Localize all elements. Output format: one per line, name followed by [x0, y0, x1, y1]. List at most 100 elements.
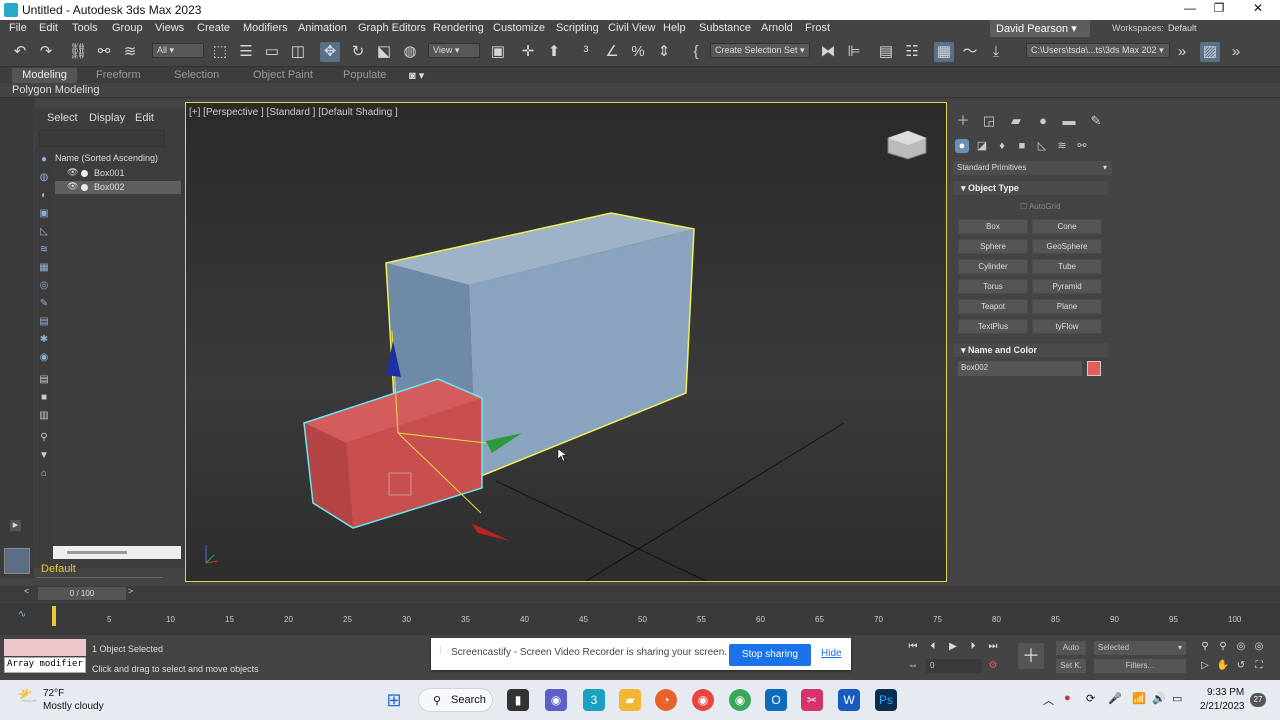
teams-chat-icon[interactable]: ◉ — [545, 689, 567, 711]
hide-link[interactable]: Hide — [821, 648, 842, 659]
key-filters-button[interactable]: Filters... — [1094, 659, 1186, 673]
angle-snap-icon[interactable]: ∠ — [602, 42, 622, 62]
scene-tab-display[interactable]: Display — [89, 112, 125, 124]
3dsmax-taskbar-icon[interactable]: 3 — [583, 689, 605, 711]
menu-animation[interactable]: Animation — [298, 22, 347, 34]
select-by-name-icon[interactable]: ☰ — [236, 42, 256, 62]
auto-key-button[interactable]: Auto — [1056, 641, 1086, 655]
display-helpers-icon[interactable]: ≋ — [38, 244, 50, 256]
textplus-button[interactable]: TextPlus — [958, 319, 1028, 334]
render-frame-icon[interactable]: ▨ — [1200, 42, 1220, 62]
weather-temp[interactable]: 72°F — [43, 688, 64, 699]
key-filter-dropdown[interactable]: Selected ▾ — [1094, 641, 1186, 655]
menu-customize[interactable]: Customize — [493, 22, 545, 34]
select-and-move-icon[interactable]: ✥ — [320, 42, 340, 62]
menu-create[interactable]: Create — [197, 22, 230, 34]
set-key-button[interactable]: Set K. — [1056, 659, 1086, 673]
maximize-viewport-icon[interactable]: ⛶ — [1252, 659, 1266, 673]
select-and-scale-icon[interactable]: ⬕ — [374, 42, 394, 62]
perspective-viewport[interactable]: [+] [Perspective ] [Standard ] [Default … — [185, 102, 947, 582]
polygon-modeling-panel[interactable]: Polygon Modeling — [12, 84, 99, 96]
menu-help[interactable]: Help — [663, 22, 686, 34]
select-and-rotate-icon[interactable]: ↻ — [348, 42, 368, 62]
object-color-swatch[interactable] — [1087, 361, 1101, 376]
viewport-layout-icon[interactable] — [4, 548, 30, 574]
menu-modifiers[interactable]: Modifiers — [243, 22, 288, 34]
filter-icon[interactable]: ▼ — [38, 450, 50, 462]
motion-tab-icon[interactable]: ● — [1035, 113, 1051, 129]
track-bar[interactable]: ∿ 5 10 15 20 25 30 35 40 45 50 55 60 65 70 75 80 85 90 95 1… — [0, 603, 1280, 635]
layer-dropdown[interactable]: Default — [37, 563, 163, 578]
object-name-input[interactable]: Box002 — [958, 361, 1082, 376]
fov-icon[interactable]: ▷ — [1198, 659, 1212, 673]
autogrid-checkbox[interactable]: ☐ AutoGrid — [1020, 202, 1061, 211]
display-dependents-icon[interactable]: ▥ — [38, 410, 50, 422]
notification-badge[interactable]: 27 — [1250, 693, 1266, 707]
display-spacewarps-icon[interactable]: ▦ — [38, 262, 50, 274]
tray-sync-icon[interactable]: ⟳ — [1086, 692, 1095, 705]
select-and-place-icon[interactable]: ◍ — [400, 42, 420, 62]
photoshop-icon[interactable]: Ps — [875, 689, 897, 711]
viewport-scene[interactable] — [186, 103, 946, 581]
box-button[interactable]: Box — [958, 219, 1028, 234]
pan-icon[interactable]: ✋ — [1216, 659, 1230, 673]
prev-frame-icon[interactable]: < — [24, 586, 29, 596]
reference-coordinate-dropdown[interactable]: View ▾ — [428, 43, 480, 58]
primitive-category-dropdown[interactable]: Standard Primitives ▾ — [953, 161, 1112, 175]
time-slider-value[interactable]: 0 / 100 — [38, 587, 126, 600]
display-children-icon[interactable]: ▤ — [38, 374, 50, 386]
scene-search-input[interactable] — [39, 130, 165, 147]
clock-date[interactable]: 2/21/2023 — [1200, 701, 1245, 712]
volume-icon[interactable]: 🔊 — [1152, 692, 1166, 705]
column-header[interactable]: Name (Sorted Ascending) — [55, 153, 158, 163]
menu-views[interactable]: Views — [155, 22, 184, 34]
pivot-center-icon[interactable]: ▣ — [488, 42, 508, 62]
time-slider[interactable]: < 0 / 100 > — [0, 586, 1280, 602]
user-account-dropdown[interactable]: David Pearson ▾ — [990, 20, 1090, 37]
scrollbar-thumb[interactable] — [67, 551, 127, 554]
view-cube-icon[interactable] — [887, 130, 927, 160]
menu-scripting[interactable]: Scripting — [556, 22, 599, 34]
curve-editor-mini-icon[interactable]: ∿ — [18, 609, 26, 620]
menu-group[interactable]: Group — [112, 22, 143, 34]
box002-object[interactable] — [303, 378, 483, 529]
play-icon[interactable]: ▶ — [946, 640, 960, 654]
redo-icon[interactable]: ↷ — [36, 42, 56, 62]
firefox-icon[interactable]: ◔ — [655, 689, 677, 711]
restore-button[interactable]: ❐ — [1201, 1, 1237, 19]
spinner-snap-icon[interactable]: ⇕ — [654, 42, 674, 62]
display-cameras-icon[interactable]: ◺ — [38, 226, 50, 238]
display-containers-icon[interactable]: ✱ — [38, 334, 50, 346]
ribbon-options-icon[interactable]: ◙ ▾ — [405, 68, 428, 83]
undo-icon[interactable]: ↶ — [10, 42, 30, 62]
geosphere-button[interactable]: GeoSphere — [1032, 239, 1102, 254]
utilities-tab-icon[interactable]: ✎ — [1088, 113, 1104, 129]
task-view-icon[interactable]: ▮ — [507, 689, 529, 711]
named-selection-dropdown[interactable]: Create Selection Set ▾ — [710, 43, 810, 58]
scene-tab-select[interactable]: Select — [47, 112, 78, 124]
zoom-extents-icon[interactable]: ◎ — [1234, 640, 1248, 654]
spacewarps-category-icon[interactable]: ≋ — [1055, 139, 1069, 153]
drag-handle-icon[interactable]: ⁞ — [439, 646, 442, 657]
display-xrefs-icon[interactable]: ✎ — [38, 298, 50, 310]
keyboard-shortcut-override-icon[interactable]: ⬆ — [544, 42, 564, 62]
menu-tools[interactable]: Tools — [72, 22, 98, 34]
window-crossing-icon[interactable]: ◫ — [288, 42, 308, 62]
pyramid-button[interactable]: Pyramid — [1032, 279, 1102, 294]
torus-button[interactable]: Torus — [958, 279, 1028, 294]
tray-app-icon[interactable]: ● — [1064, 692, 1071, 704]
maxscript-listener-area[interactable] — [4, 639, 86, 656]
bind-space-warp-icon[interactable]: ≋ — [120, 42, 140, 62]
outlook-icon[interactable]: O — [765, 689, 787, 711]
display-none-icon[interactable]: ● — [38, 154, 50, 166]
display-bones-icon[interactable]: ▤ — [38, 316, 50, 328]
project-path-dropdown[interactable]: C:\Users\tsda\...ts\3ds Max 202 ▾ — [1026, 43, 1170, 58]
curve-editor-icon[interactable]: 〜 — [960, 42, 980, 62]
scene-tab-edit[interactable]: Edit — [135, 112, 154, 124]
zoom-all-icon[interactable]: ⚲ — [1216, 640, 1230, 654]
weather-desc[interactable]: Mostly cloudy — [43, 701, 104, 712]
modify-tab-icon[interactable]: ◲ — [981, 113, 997, 129]
ribbon-tab-populate[interactable]: Populate — [339, 68, 390, 83]
mirror-icon[interactable]: ⧓ — [818, 42, 838, 62]
sphere-button[interactable]: Sphere — [958, 239, 1028, 254]
